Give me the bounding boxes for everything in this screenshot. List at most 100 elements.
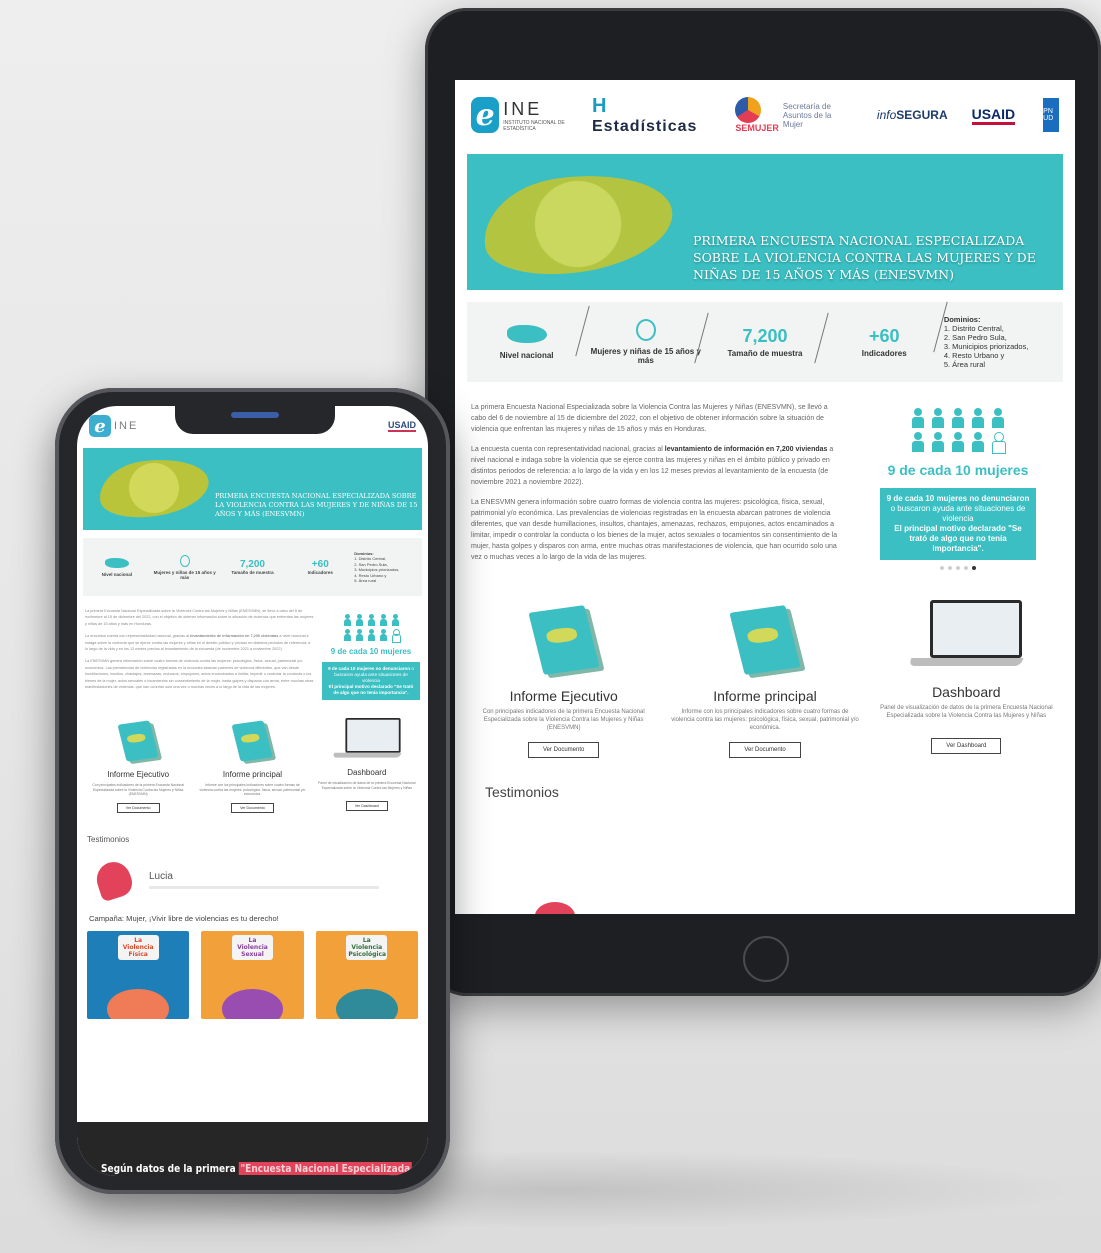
poster-violencia-fisica[interactable]: La Violencia Física (87, 931, 190, 1019)
carousel-dot[interactable] (948, 566, 952, 570)
carousel-dot-active[interactable] (972, 566, 976, 570)
stat-mujeres: Mujeres y niñas de 15 años y más (151, 554, 219, 580)
intro-p2-start: La encuesta cuenta con representatividad… (85, 634, 191, 639)
testimonial-avatar-icon (535, 902, 575, 914)
side-callout: 9 de cada 10 mujeres no denunciaron o bu… (322, 662, 420, 700)
semujer-logo[interactable]: SEMUJER Secretaría de Asuntos de la Muje… (735, 97, 845, 133)
usaid-logo[interactable]: USAID (971, 106, 1016, 125)
ver-documento-button[interactable]: Ver Documento (116, 803, 160, 813)
phone-hero-title: PRIMERA ENCUESTA NACIONAL ESPECIALIZADA … (215, 492, 418, 518)
person-icon (343, 629, 351, 641)
dominio-item: 4. Resto Urbano y (943, 351, 1005, 360)
phone-stat-carousel[interactable]: 9 de cada 10 mujeres 9 de cada 10 mujere… (322, 608, 420, 700)
phone-notch (175, 406, 335, 434)
ver-documento-button[interactable]: Ver Documento (527, 742, 600, 758)
card-dashboard: Dashboard Panel de visualización de dato… (866, 600, 1067, 758)
ver-dashboard-button[interactable]: Ver Dashboard (931, 738, 1002, 754)
stat-carousel[interactable]: 9 de cada 10 mujeres 9 de cada 10 mujere… (857, 402, 1059, 572)
card-description: Con principales indicadores de la primer… (482, 709, 645, 731)
stat-tamano: 7,200 Tamaño de muestra (219, 559, 287, 575)
report-book-icon (231, 720, 274, 762)
phone-ine-logo[interactable]: e INE (89, 415, 138, 437)
semujer-name: SEMUJER (735, 123, 779, 133)
card-description: Panel de visualización de datos de la pr… (880, 705, 1053, 719)
card-title: Informe principal (222, 770, 283, 779)
hero-title: PRIMERA ENCUESTA NACIONAL ESPECIALIZADA … (693, 233, 1036, 282)
person-outline-icon (991, 432, 1006, 454)
home-button[interactable] (743, 936, 789, 982)
honduras-map-icon (477, 163, 679, 285)
person-icon (355, 629, 363, 641)
ine-name: INE (114, 420, 139, 432)
stat-tamano-number: 7,200 (742, 326, 788, 346)
card-title: Informe principal (713, 688, 817, 704)
side-callout: 9 de cada 10 mujeres no denunciaron o bu… (880, 488, 1036, 560)
person-icon (367, 629, 375, 641)
intro-paragraph-3: La ENESVMN genera información sobre cuat… (85, 659, 314, 690)
ver-documento-button[interactable]: Ver Documento (729, 742, 801, 758)
hero-banner: PRIMERA ENCUESTA NACIONAL ESPECIALIZADA … (467, 154, 1063, 290)
infosegura-logo[interactable]: infoSEGURA (877, 108, 948, 122)
stat-indicadores-number: +60 (868, 326, 900, 346)
infosegura-name: SEGURA (896, 108, 948, 122)
intro-p2-bold: levantamiento de información en 7,200 vi… (190, 634, 279, 639)
phone-stats-strip: Nivel nacional Mujeres y niñas de 15 año… (83, 538, 422, 596)
stat-nivel: Nivel nacional (83, 557, 151, 577)
callout-c: El principal motivo declarado "Se trató … (328, 684, 414, 695)
phone-device: e INE USAID PRIMERA ENCUESTA NACIONAL ES… (55, 388, 450, 1194)
stat-mujeres: Mujeres y niñas de 15 años y más (586, 319, 705, 365)
intro-p2-bold: levantamiento de información en 7,200 vi… (664, 446, 828, 453)
campaign-title: Campaña: Mujer, ¡Vivir libre de violenci… (89, 914, 279, 923)
laptop-icon (908, 600, 1024, 680)
testimonial-item[interactable]: Lucia (77, 844, 428, 903)
person-icon (379, 629, 387, 641)
report-book-icon (528, 605, 600, 675)
person-icon (951, 432, 965, 452)
stat-mujeres-label: Mujeres y niñas de 15 años y más (153, 569, 216, 580)
footer-text-a: Según datos de la primera (101, 1162, 239, 1175)
phone-usaid-logo[interactable]: USAID (387, 420, 416, 432)
person-icon (391, 614, 399, 626)
testimonial-name: Lucia (149, 871, 173, 882)
person-icon (951, 408, 965, 428)
card-title: Informe Ejecutivo (107, 770, 170, 779)
intro-paragraph-3: La ENESVMN genera información sobre cuat… (471, 499, 838, 561)
carousel-dot[interactable] (940, 566, 944, 570)
ver-documento-button[interactable]: Ver Documento (231, 803, 274, 813)
footer-headline: Según datos de la primera "Encuesta Naci… (101, 1162, 412, 1175)
estadisticas-name: Estadísticas (592, 117, 698, 135)
card-description: Panel de visualización de datos de la pr… (318, 781, 416, 790)
stat-nivel-label: Nivel nacional (499, 350, 554, 360)
person-icon (911, 408, 925, 428)
poster-title: La Violencia Sexual (232, 935, 273, 960)
poster-violencia-psicologica[interactable]: La Violencia Psicológica (315, 931, 418, 1019)
intro-paragraph-1: La primera Encuesta Nacional Especializa… (471, 404, 828, 433)
person-icon (931, 432, 945, 452)
laptop-icon (332, 718, 402, 758)
person-icon (991, 408, 1005, 428)
stat-indicadores-label: Indicadores (861, 349, 907, 358)
card-informe-principal: Informe principal Informe con los princi… (664, 600, 865, 758)
dominio-item: 2. San Pedro Sula, (943, 333, 1007, 342)
stat-mujeres-label: Mujeres y niñas de 15 años y más (590, 347, 701, 365)
honduras-map-icon (95, 452, 213, 524)
person-icon (343, 614, 351, 626)
intro-text: La primera Encuesta Nacional Especializa… (85, 608, 314, 700)
carousel-dot[interactable] (956, 566, 960, 570)
ver-dashboard-button[interactable]: Ver Dashboard (345, 801, 388, 811)
stats-strip: Nivel nacional Mujeres y niñas de 15 año… (467, 302, 1063, 382)
report-book-icon (729, 605, 801, 675)
stat-nivel-label: Nivel nacional (101, 571, 133, 577)
undp-logo[interactable]: PN UD (1043, 98, 1059, 132)
report-book-icon (117, 720, 159, 762)
poster-violencia-sexual[interactable]: La Violencia Sexual (201, 931, 304, 1019)
card-dashboard: Dashboard Panel de visualización de dato… (310, 718, 424, 813)
ine-logo[interactable]: e INE INSTITUTO NACIONAL DE ESTADÍSTICA (471, 97, 578, 133)
estadisticas-logo[interactable]: H Estadísticas (592, 95, 697, 136)
person-icon (931, 408, 945, 428)
card-informe-principal: Informe principal Informe con los princi… (195, 718, 309, 813)
carousel-dot[interactable] (964, 566, 968, 570)
woman-icon (635, 319, 656, 341)
infosegura-prefix: info (876, 108, 897, 122)
carousel-dots[interactable] (940, 566, 976, 570)
